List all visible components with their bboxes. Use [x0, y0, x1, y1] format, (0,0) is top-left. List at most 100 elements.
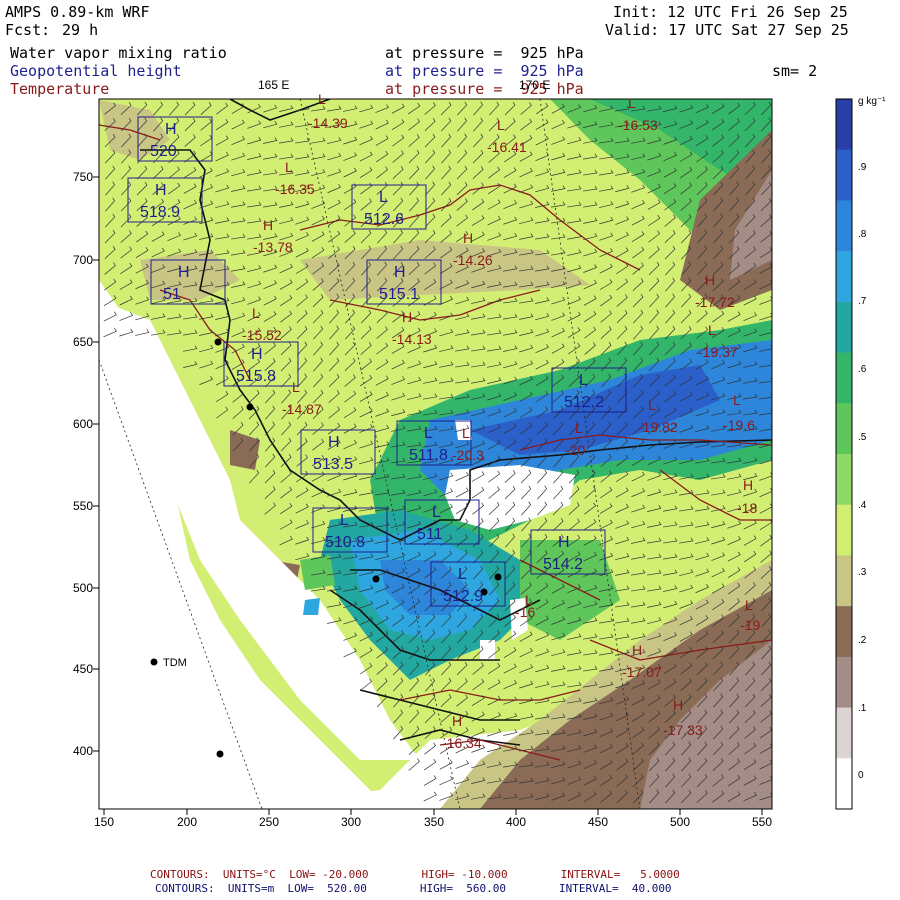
temp-hl: L	[497, 117, 505, 133]
geo-value: 512.6	[364, 211, 404, 228]
colorbar-step	[836, 454, 852, 506]
geo-value: 512.9	[443, 588, 483, 605]
temp-hl: L	[575, 420, 583, 436]
temp-hl: L	[285, 159, 293, 175]
temp-hl: H	[632, 642, 642, 658]
temp-value: -19.37	[698, 344, 738, 360]
colorbar-label: .8	[858, 229, 867, 240]
temp-hl: H	[463, 230, 473, 246]
x-tick: 150	[94, 815, 114, 829]
colorbar-step	[836, 707, 852, 759]
temp-hl: H	[402, 309, 412, 325]
temp-value: -19.6	[723, 417, 755, 433]
x-tick: 500	[670, 815, 690, 829]
temp-value: -14.13	[392, 331, 432, 347]
temp-value: -16.34	[442, 735, 482, 751]
y-tick: 400	[73, 744, 93, 758]
temp-value: -19.82	[638, 419, 678, 435]
colorbar-units: g kg⁻¹	[858, 96, 886, 107]
y-tick: 500	[73, 581, 93, 595]
temp-value: -14.39	[308, 115, 348, 131]
temp-hl: L	[745, 597, 753, 613]
station-tdm-label: TDM	[163, 657, 187, 669]
colorbar-label: .7	[858, 296, 867, 307]
geo-hl: L	[379, 189, 388, 206]
y-tick: 750	[73, 170, 93, 184]
colorbar-labels: .9 .8 .7 .6 .5 .4 .3 .2 .1 0	[858, 162, 867, 781]
geo-hl: L	[458, 566, 467, 583]
y-tick: 550	[73, 499, 93, 513]
geo-hl: H	[178, 264, 190, 281]
colorbar-step	[836, 504, 852, 556]
colorbar-step	[836, 758, 852, 810]
geo-value: 510.8	[325, 534, 365, 551]
temp-value: -17.33	[663, 722, 703, 738]
temp-value: -16.35	[275, 181, 315, 197]
geo-hl: L	[579, 372, 588, 389]
temp-hl: H	[673, 697, 683, 713]
height-contour-info: CONTOURS: UNITS=m LOW= 520.00 HIGH= 560.…	[155, 882, 672, 895]
y-tick: 650	[73, 335, 93, 349]
meridian-label-170e: 170 E	[519, 78, 550, 92]
colorbar-step	[836, 251, 852, 303]
geo-value: 520	[150, 143, 177, 160]
geo-hl: H	[165, 121, 177, 138]
x-tick: 400	[506, 815, 526, 829]
y-tick: 600	[73, 417, 93, 431]
temp-hl: H	[705, 272, 715, 288]
temp-hl: H	[263, 217, 273, 233]
meridian-label-165e: 165 E	[258, 78, 289, 92]
temp-value: -14.87	[282, 401, 322, 417]
temp-hl: L	[628, 95, 636, 111]
colorbar-label: .9	[858, 162, 867, 173]
geo-value: 511	[417, 526, 443, 543]
colorbar-step	[836, 99, 852, 151]
colorbar-step	[836, 403, 852, 455]
x-tick: 550	[752, 815, 772, 829]
colorbar-steps	[836, 99, 852, 810]
colorbar-step	[836, 352, 852, 404]
temp-hl: L	[733, 392, 741, 408]
colorbar: g kg⁻¹ .9 .8 .7 .6 .5 .4 .3 .2 .1 0	[835, 96, 886, 810]
temp-hl: L	[462, 425, 470, 441]
geo-hl: H	[394, 264, 406, 281]
colorbar-label: .4	[858, 500, 867, 511]
geo-value: 513.5	[313, 456, 353, 473]
colorbar-step	[836, 200, 852, 252]
geo-value: 514.2	[543, 556, 583, 573]
geo-hl: L	[340, 512, 349, 529]
geo-hl: H	[558, 534, 570, 551]
geo-hl: L	[424, 425, 433, 442]
colorbar-step	[836, 656, 852, 709]
colorbar-step	[836, 149, 852, 201]
temp-value: -19	[740, 617, 760, 633]
geo-hl: H	[328, 434, 340, 451]
x-tick: 300	[341, 815, 361, 829]
temp-value: -17.72	[695, 294, 735, 310]
colorbar-step	[836, 301, 852, 354]
temp-value: -16.53	[618, 117, 658, 133]
geo-value: 51	[163, 286, 181, 303]
temp-value: -20.3	[452, 447, 484, 463]
geo-value: 515.8	[236, 368, 276, 385]
geo-value: 512.2	[564, 394, 604, 411]
temp-value: -14.26	[453, 252, 493, 268]
geo-value: 511.8	[409, 447, 448, 464]
geo-hl: L	[432, 504, 441, 521]
temp-value: -15.52	[242, 327, 282, 343]
temp-hl: L	[252, 305, 260, 321]
temp-value: -17.07	[622, 664, 662, 680]
x-tick: 450	[588, 815, 608, 829]
colorbar-label: 0	[858, 770, 864, 781]
temp-hl: H	[452, 713, 462, 729]
temp-value: -16	[515, 604, 535, 620]
temp-value: -16.41	[487, 139, 527, 155]
colorbar-label: .2	[858, 635, 867, 646]
temperature-contour-info: CONTOURS: UNITS=°C LOW= -20.000 HIGH= -1…	[150, 868, 680, 881]
temp-hl: L	[318, 91, 326, 107]
geo-hl: H	[251, 346, 263, 363]
x-axis-ticks: 150 200 250 300 350 400 450 500 550	[94, 815, 772, 829]
colorbar-label: .6	[858, 364, 867, 375]
temp-value: -13.78	[253, 239, 293, 255]
temp-value: -20	[565, 442, 585, 458]
